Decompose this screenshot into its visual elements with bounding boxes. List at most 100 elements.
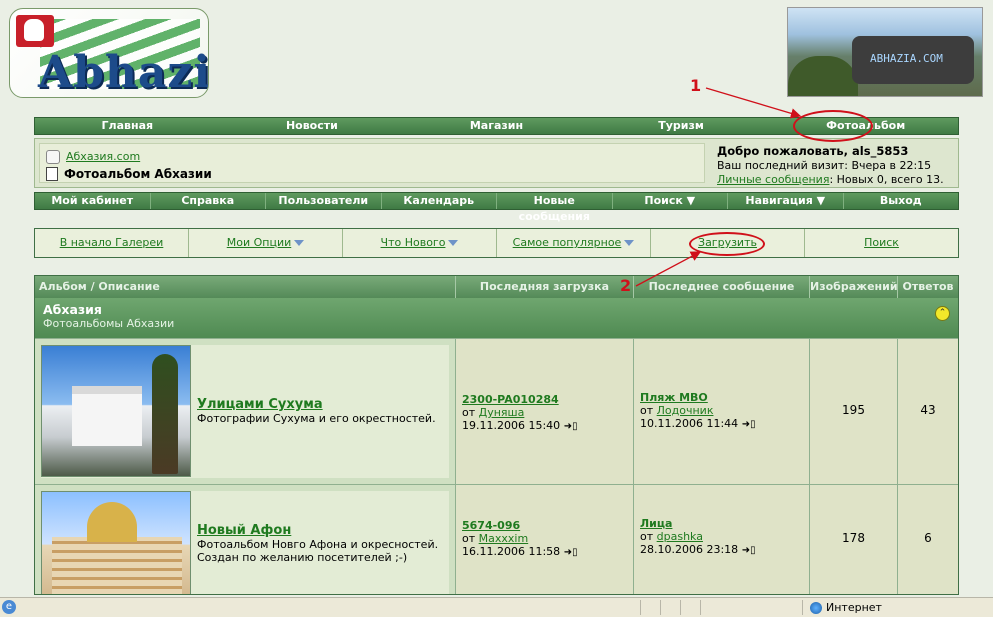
logo-text: Abhazia — [38, 47, 208, 98]
whats-new-link[interactable]: Что Нового — [381, 236, 446, 249]
usernav-users[interactable]: Пользователи — [266, 193, 382, 209]
dropdown-arrow-icon[interactable] — [294, 240, 305, 246]
my-options-link[interactable]: Мои Опции — [227, 236, 292, 249]
album-title-link[interactable]: Улицами Сухума — [197, 397, 323, 412]
dropdown-arrow-icon[interactable] — [448, 240, 459, 246]
status-divider — [660, 600, 661, 615]
status-divider — [802, 600, 803, 615]
last-post-link[interactable]: Пляж МВО — [640, 391, 708, 404]
usernav-navigation-label: Навигация — [745, 194, 813, 207]
last-visit: Ваш последний визит: Вчера в 22:15 — [717, 159, 932, 172]
col-images: Изображений — [810, 276, 898, 298]
chevron-down-icon: ▼ — [816, 194, 826, 207]
usernav-cabinet[interactable]: Мой кабинет — [35, 193, 151, 209]
usernav-navigation[interactable]: Навигация ▼ — [728, 193, 844, 209]
status-divider — [680, 600, 681, 615]
security-zone: Интернет — [810, 601, 882, 614]
status-divider — [700, 600, 701, 615]
albums-table: Альбом / Описание Последняя загрузка Пос… — [34, 275, 959, 595]
album-description: Фотоальбом Новго Афона и окресностей. Со… — [197, 538, 439, 564]
topnav-home[interactable]: Главная — [35, 118, 220, 134]
col-album: Альбом / Описание — [35, 276, 456, 298]
last-upload-cell: 2300-PA010284 от Дуняша 19.11.2006 15:40… — [456, 339, 634, 484]
album-description: Фотографии Сухума и его окрестностей. — [197, 412, 436, 425]
topnav-news[interactable]: Новости — [220, 118, 405, 134]
images-count: 195 — [810, 339, 898, 484]
topnav-shop[interactable]: Магазин — [404, 118, 589, 134]
gallery-search-link[interactable]: Поиск — [864, 236, 899, 249]
from-label: от — [462, 406, 476, 419]
user-navigation: Мой кабинет Справка Пользователи Календа… — [34, 192, 959, 223]
hand-icon — [24, 19, 44, 41]
uploader-link[interactable]: Maxxxim — [479, 532, 529, 545]
welcome-box: Добро пожаловать, als_5853 Ваш последний… — [717, 144, 944, 187]
annotation-oval-2 — [689, 232, 765, 256]
go-to-arrow-icon[interactable]: ➜▯ — [742, 419, 756, 430]
category-row: Абхазия Фотоальбомы Абхазии ⌃ — [35, 298, 958, 338]
header-photo-trees — [788, 56, 858, 96]
last-post-link[interactable]: Лица — [640, 517, 672, 530]
upload-date: 19.11.2006 15:40 — [462, 419, 561, 432]
private-messages-link[interactable]: Личные сообщения — [717, 173, 829, 186]
annotation-number-2: 2 — [620, 276, 632, 295]
thumbnail-building — [72, 386, 142, 446]
breadcrumb: Абхазия.com Фотоальбом Абхазии — [39, 143, 705, 183]
private-messages-count: : Новых 0, всего 13. — [829, 173, 944, 186]
table-row: Новый Афон Фотоальбом Новго Афона и окре… — [35, 484, 958, 594]
annotation-oval-1 — [793, 110, 873, 142]
page-title: Фотоальбом Абхазии — [64, 166, 212, 181]
breadcrumb-site-link[interactable]: Абхазия.com — [66, 150, 140, 163]
post-date: 10.11.2006 11:44 — [640, 417, 739, 430]
last-upload-cell: 5674-096 от Maxxxim 16.11.2006 11:58 ➜▯ — [456, 485, 634, 594]
annotation-arrow-1 — [705, 87, 802, 119]
browser-status-bar: e Интернет — [0, 597, 993, 617]
poster-link[interactable]: Лодочник — [657, 404, 714, 417]
thumbnail-walls — [52, 537, 182, 594]
from-label: от — [462, 532, 476, 545]
most-popular-link[interactable]: Самое популярное — [513, 236, 622, 249]
replies-count: 6 — [898, 485, 958, 594]
thumbnail-dome — [87, 502, 137, 542]
poster-link[interactable]: dpashka — [657, 530, 703, 543]
last-upload-link[interactable]: 2300-PA010284 — [462, 393, 559, 406]
topnav-tourism[interactable]: Туризм — [589, 118, 774, 134]
album-cell: Новый Афон Фотоальбом Новго Афона и окре… — [35, 485, 456, 594]
replies-count: 43 — [898, 339, 958, 484]
thumbnail-palm — [152, 354, 178, 474]
zone-label: Интернет — [826, 601, 882, 614]
go-to-arrow-icon[interactable]: ➜▯ — [742, 545, 756, 556]
go-to-arrow-icon[interactable]: ➜▯ — [564, 421, 578, 432]
usernav-new-posts[interactable]: Новые сообщения — [497, 193, 613, 223]
album-cell: Улицами Сухума Фотографии Сухума и его о… — [35, 339, 456, 484]
page-icon — [46, 166, 58, 181]
category-name: Абхазия — [43, 302, 102, 317]
dropdown-arrow-icon[interactable] — [624, 240, 635, 246]
gallery-home-link[interactable]: В начало Галереи — [60, 236, 164, 249]
status-divider — [640, 600, 641, 615]
usernav-search[interactable]: Поиск ▼ — [613, 193, 728, 209]
usernav-search-label: Поиск — [644, 194, 683, 207]
gallery-toolbar: В начало Галереи Мои Опции Что Нового Са… — [34, 228, 959, 258]
site-logo[interactable]: Abhazia — [9, 8, 209, 98]
album-title-link[interactable]: Новый Афон — [197, 523, 291, 538]
last-post-cell: Пляж МВО от Лодочник 10.11.2006 11:44 ➜▯ — [634, 339, 810, 484]
uploader-link[interactable]: Дуняша — [479, 406, 525, 419]
usernav-calendar[interactable]: Календарь — [382, 193, 497, 209]
go-to-arrow-icon[interactable]: ➜▯ — [564, 547, 578, 558]
ie-page-icon: e — [2, 600, 16, 614]
album-thumbnail[interactable] — [41, 345, 191, 477]
table-row: Улицами Сухума Фотографии Сухума и его о… — [35, 338, 958, 484]
category-description: Фотоальбомы Абхазии — [43, 317, 175, 330]
collapse-icon[interactable]: ⌃ — [935, 306, 950, 321]
welcome-greeting: Добро пожаловать, als_5853 — [717, 144, 909, 158]
usernav-help[interactable]: Справка — [151, 193, 266, 209]
usernav-logout[interactable]: Выход — [844, 193, 959, 209]
col-replies: Ответов — [902, 280, 954, 293]
col-last-post: Последнее сообщение — [634, 276, 810, 298]
images-count: 178 — [810, 485, 898, 594]
forum-home-icon — [46, 149, 60, 164]
last-upload-link[interactable]: 5674-096 — [462, 519, 520, 532]
globe-icon — [810, 601, 822, 614]
table-header: Альбом / Описание Последняя загрузка Пос… — [35, 276, 958, 298]
album-thumbnail[interactable] — [41, 491, 191, 594]
